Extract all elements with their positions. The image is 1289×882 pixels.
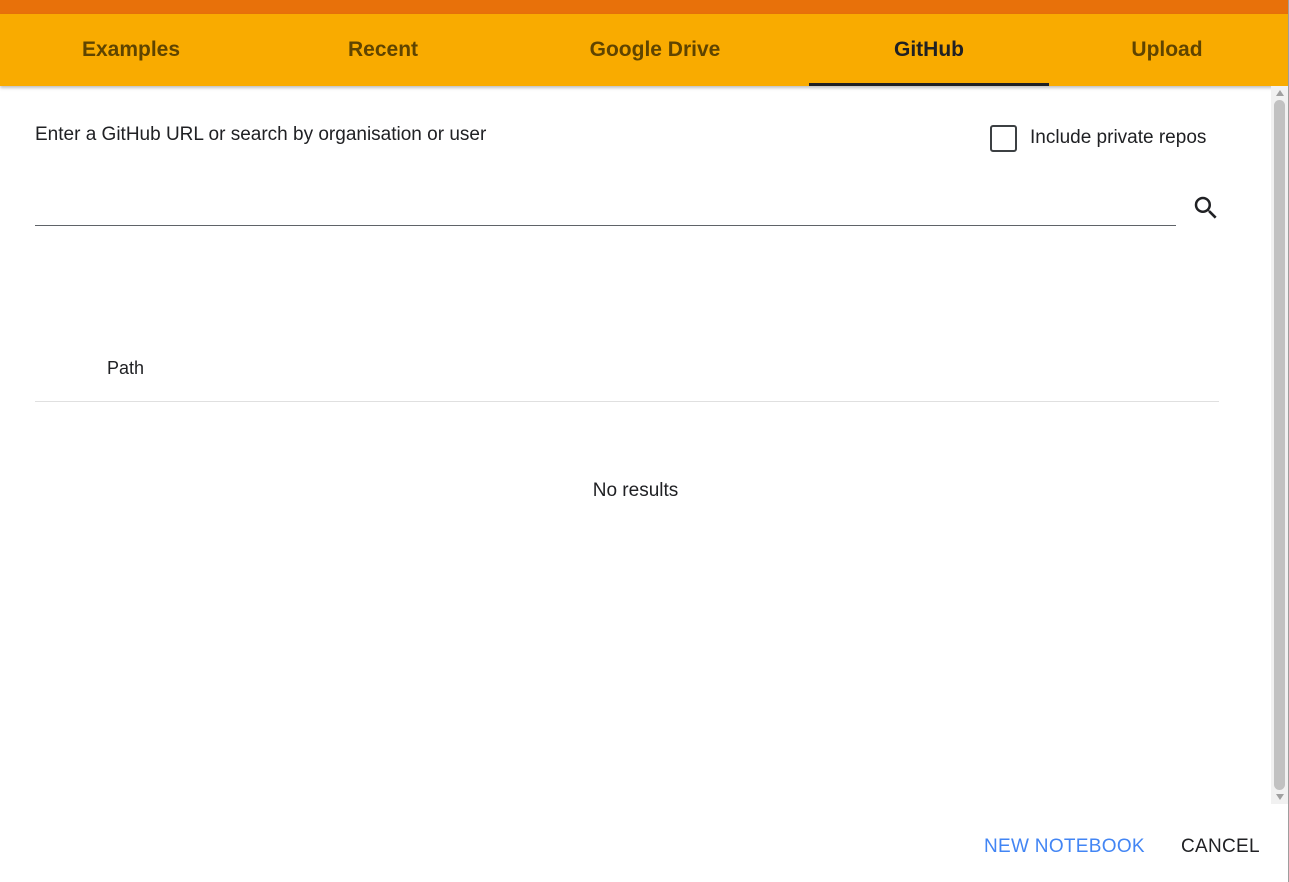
vertical-scrollbar[interactable] [1271, 86, 1288, 804]
scrollbar-thumb[interactable] [1274, 100, 1285, 790]
dialog-top-strip [0, 0, 1289, 14]
private-repos-option[interactable]: Include private repos [990, 124, 1206, 152]
column-header-path: Path [107, 358, 145, 378]
search-button[interactable] [1186, 188, 1226, 228]
tab-github[interactable]: GitHub [809, 14, 1049, 86]
new-notebook-button[interactable]: NEW NOTEBOOK [984, 829, 1145, 865]
tab-google-drive[interactable]: Google Drive [540, 14, 770, 86]
cancel-button[interactable]: CANCEL [1181, 829, 1260, 865]
scroll-up-arrow[interactable] [1271, 86, 1288, 100]
table-header-divider [35, 401, 1219, 402]
scroll-down-arrow[interactable] [1271, 790, 1288, 804]
tab-bar: Examples Recent Google Drive GitHub Uplo… [0, 14, 1289, 86]
tab-upload[interactable]: Upload [1052, 14, 1282, 86]
github-search-input[interactable] [35, 186, 1176, 226]
search-label: Enter a GitHub URL or search by organisa… [35, 124, 487, 145]
dialog-content: Enter a GitHub URL or search by organisa… [0, 86, 1289, 882]
triangle-up-icon [1275, 90, 1284, 96]
tab-recent[interactable]: Recent [268, 14, 498, 86]
private-repos-checkbox[interactable] [990, 124, 1017, 152]
tab-examples[interactable]: Examples [16, 14, 246, 86]
search-icon [1194, 196, 1217, 219]
private-repos-label: Include private repos [1030, 127, 1207, 148]
empty-results-message: No results [592, 480, 679, 501]
triangle-down-icon [1275, 794, 1284, 800]
